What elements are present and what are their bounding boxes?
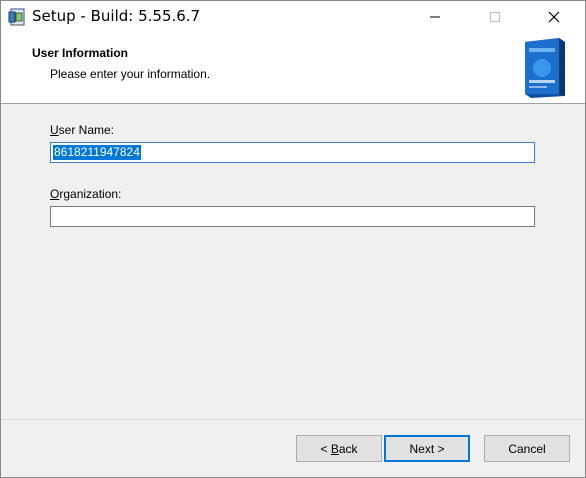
user-name-label-text: ser Name: xyxy=(58,123,115,137)
user-name-field[interactable]: 8618211947824 xyxy=(50,142,535,163)
maximize-icon xyxy=(490,11,500,22)
organization-label-accel: O xyxy=(50,187,60,201)
cancel-button-label: Cancel xyxy=(508,441,546,456)
minimize-icon xyxy=(430,16,440,17)
page-title: User Information xyxy=(32,46,129,60)
product-box-image xyxy=(519,36,569,100)
wizard-header: User Information Please enter your infor… xyxy=(1,32,585,104)
page-subtitle: Please enter your information. xyxy=(50,67,211,81)
back-button-prefix: < xyxy=(320,441,331,456)
organization-input[interactable] xyxy=(51,207,534,226)
organization-label-text: rganization: xyxy=(59,187,122,201)
title-bar[interactable]: Setup - Build: 5.55.6.7 xyxy=(1,1,585,32)
cancel-button[interactable]: Cancel xyxy=(484,435,570,462)
setup-window: Setup - Build: 5.55.6.7 User Information… xyxy=(0,0,586,478)
user-name-label-accel: U xyxy=(50,123,59,137)
next-button-label: Next > xyxy=(409,441,445,456)
user-name-label: User Name: xyxy=(50,123,114,137)
setup-app-icon xyxy=(7,7,27,27)
close-icon xyxy=(548,11,560,22)
close-button[interactable] xyxy=(531,1,577,32)
window-title: Setup - Build: 5.55.6.7 xyxy=(32,7,201,25)
organization-label: Organization: xyxy=(50,187,121,201)
back-button-label: ack xyxy=(338,441,358,456)
maximize-button[interactable] xyxy=(472,1,518,32)
organization-field[interactable] xyxy=(50,206,535,227)
minimize-button[interactable] xyxy=(412,1,458,32)
back-button[interactable]: < Back xyxy=(296,435,382,462)
back-button-accel: B xyxy=(330,441,339,456)
user-name-value[interactable]: 8618211947824 xyxy=(53,145,141,160)
next-button[interactable]: Next > xyxy=(384,435,470,462)
footer-divider xyxy=(1,419,585,420)
